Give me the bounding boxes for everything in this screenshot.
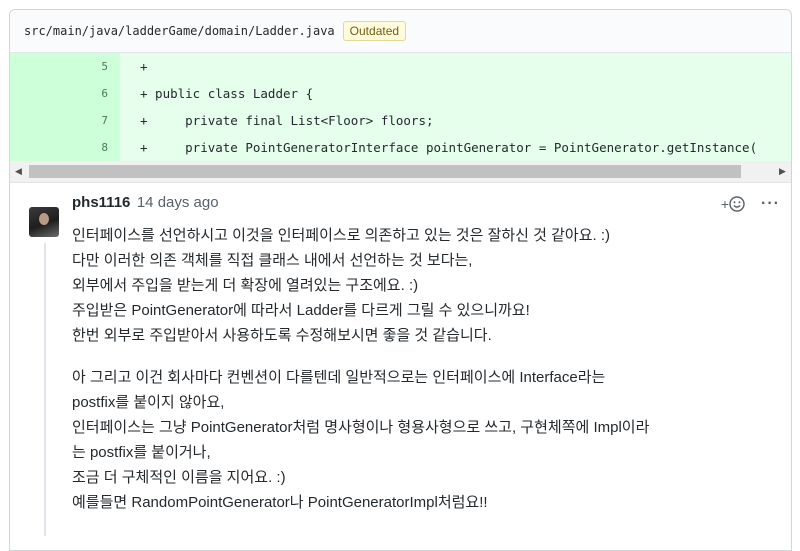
diff-line: 6 + public class Ladder { [10, 80, 791, 107]
comment-timestamp[interactable]: 14 days ago [137, 194, 219, 211]
scroll-thumb[interactable] [29, 165, 741, 178]
comment-line: 아 그리고 이건 회사마다 컨벤션이 다를텐데 일반적으로는 인터페이스에 In… [72, 369, 606, 386]
scroll-left-icon[interactable]: ◀ [10, 161, 27, 182]
scroll-track[interactable] [27, 161, 774, 182]
diff-hunk: 5 + 6 + public class Ladder { 7 + privat… [10, 53, 791, 161]
code-line: + [140, 59, 148, 74]
diff-line: 5 + [10, 53, 791, 80]
comment-actions: + ··· [721, 195, 780, 213]
comment-line: 는 postfix를 붙이거나, [72, 444, 211, 461]
avatar[interactable] [29, 207, 59, 237]
line-number[interactable]: 8 [10, 134, 120, 161]
comment-line: 예를들면 RandomPointGenerator나 PointGenerato… [72, 494, 488, 511]
diff-line: 7 + private final List<Floor> floors; [10, 107, 791, 134]
comment-line: 다만 이러한 의존 객체를 직접 클래스 내에서 선언하는 것 보다는, [72, 252, 473, 269]
comment-author[interactable]: phs1116 [72, 194, 130, 211]
comment-line: 인터페이스는 그냥 PointGenerator처럼 명사형이나 형용사형으로 … [72, 419, 650, 436]
add-reaction-plus: + [720, 196, 730, 212]
line-number[interactable]: 7 [10, 107, 120, 134]
code-line: + private final List<Floor> floors; [140, 113, 434, 128]
comment-line: 한번 외부로 주입받아서 사용하도록 수정해보시면 좋을 것 같습니다. [72, 327, 492, 344]
file-header: src/main/java/ladderGame/domain/Ladder.j… [10, 10, 791, 53]
comment-paragraph: 아 그리고 이건 회사마다 컨벤션이 다를텐데 일반적으로는 인터페이스에 In… [72, 365, 762, 515]
add-reaction-button[interactable]: + [721, 196, 745, 212]
thread-line [44, 243, 46, 536]
line-number[interactable]: 6 [10, 80, 120, 107]
comment-line: 조금 더 구체적인 이름을 지어요. :) [72, 469, 286, 486]
code-line: + private PointGeneratorInterface pointG… [140, 140, 758, 155]
file-path-link[interactable]: src/main/java/ladderGame/domain/Ladder.j… [24, 24, 335, 38]
horizontal-scrollbar[interactable]: ◀ ▶ [10, 161, 791, 183]
outdated-badge: Outdated [342, 21, 407, 41]
comment-header: phs1116 14 days ago [72, 194, 219, 212]
avatar-face [39, 213, 49, 225]
comment-line: postfix를 붙이지 않아요, [72, 394, 225, 411]
code-line: + public class Ladder { [140, 86, 314, 101]
scroll-right-icon[interactable]: ▶ [774, 161, 791, 182]
diff-line: 8 + private PointGeneratorInterface poin… [10, 134, 791, 161]
comment-body: 인터페이스를 선언하시고 이것을 인터페이스로 의존하고 있는 것은 잘하신 것… [72, 223, 762, 532]
smiley-icon [729, 196, 745, 212]
comment-paragraph: 인터페이스를 선언하시고 이것을 인터페이스로 의존하고 있는 것은 잘하신 것… [72, 223, 762, 348]
line-number[interactable]: 5 [10, 53, 120, 80]
comment-line: 인터페이스를 선언하시고 이것을 인터페이스로 의존하고 있는 것은 잘하신 것… [72, 227, 611, 244]
kebab-menu-button[interactable]: ··· [761, 195, 780, 213]
comment-line: 주입받은 PointGenerator에 따라서 Ladder를 다르게 그릴 … [72, 302, 530, 319]
comment-line: 외부에서 주입을 받는게 더 확장에 열려있는 구조에요. :) [72, 277, 419, 294]
